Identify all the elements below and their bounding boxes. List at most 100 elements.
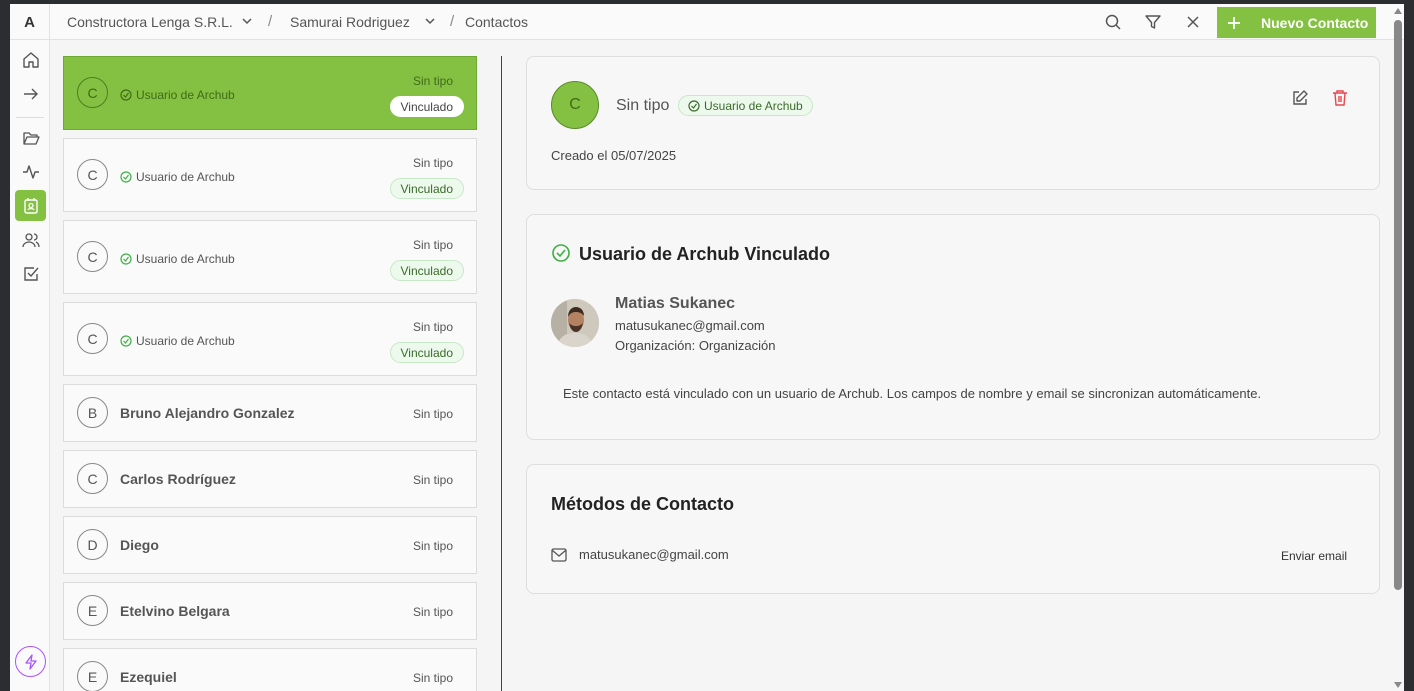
avatar: C <box>77 77 108 108</box>
sidebar-item-users[interactable] <box>15 224 46 255</box>
sidebar <box>10 40 50 691</box>
search-icon[interactable] <box>1104 13 1122 31</box>
check-circle-icon <box>120 335 132 347</box>
folder-open-icon <box>22 131 40 145</box>
check-circle-icon <box>120 171 132 183</box>
contact-type: Sin tipo <box>412 74 453 88</box>
home-icon <box>22 51 39 68</box>
contact-card[interactable]: E Ezequiel Sin tipo <box>63 648 477 691</box>
linked-user-text: Usuario de Archub <box>136 88 235 102</box>
mail-icon <box>551 548 567 562</box>
contact-card[interactable]: C Usuario de Archub Sin tipo Vinculado <box>63 138 477 212</box>
chevron-down-icon[interactable] <box>423 14 437 28</box>
contact-card[interactable]: E Etelvino Belgara Sin tipo <box>63 582 477 640</box>
contact-type: Sin tipo <box>412 407 453 421</box>
sidebar-item-quick[interactable] <box>15 646 46 677</box>
sidebar-item-activity[interactable] <box>15 156 46 187</box>
contact-methods-panel: Métodos de Contacto matusukanec@gmail.co… <box>526 464 1380 594</box>
user-avatar-icon <box>551 299 599 347</box>
avatar: B <box>77 397 108 428</box>
send-email-button[interactable]: Enviar email <box>1281 549 1347 563</box>
scroll-down-arrow[interactable] <box>1394 682 1402 688</box>
sidebar-item-home[interactable] <box>15 44 46 75</box>
contact-card[interactable]: B Bruno Alejandro Gonzalez Sin tipo <box>63 384 477 442</box>
status-badge: Vinculado <box>389 260 464 281</box>
breadcrumb-separator: / <box>450 13 455 30</box>
contact-type: Sin tipo <box>412 605 453 619</box>
chevron-down-icon[interactable] <box>240 14 254 28</box>
trash-icon[interactable] <box>1331 89 1349 107</box>
scrollbar-thumb[interactable] <box>1394 20 1402 590</box>
breadcrumb-page: Contactos <box>465 14 529 30</box>
contact-type: Sin tipo <box>616 97 670 114</box>
app-logo[interactable]: A <box>10 4 50 40</box>
avatar: C <box>77 159 108 190</box>
sidebar-item-contacts[interactable] <box>15 190 46 221</box>
linked-user-panel: Usuario de Archub Vinculado Matias Sukan… <box>526 214 1380 440</box>
status-badge: Vinculado <box>389 342 464 363</box>
scroll-up-arrow[interactable] <box>1394 8 1402 14</box>
contact-book-icon <box>23 197 38 214</box>
avatar: D <box>77 529 108 560</box>
breadcrumb-separator: / <box>268 13 273 30</box>
check-circle-icon <box>688 99 700 112</box>
contact-card[interactable]: D Diego Sin tipo <box>63 516 477 574</box>
created-date: Creado el 05/07/2025 <box>551 148 677 163</box>
avatar: E <box>77 661 108 691</box>
linked-user-label: Usuario de Archub <box>120 170 235 184</box>
user-email: matusukanec@gmail.com <box>615 318 765 333</box>
linked-user-label: Usuario de Archub <box>120 88 235 102</box>
breadcrumb-project[interactable]: Samurai Rodriguez <box>290 14 410 30</box>
contact-card[interactable]: C Usuario de Archub Sin tipo Vinculado <box>63 220 477 294</box>
user-name: Matias Sukanec <box>615 295 736 312</box>
edit-icon[interactable] <box>1291 89 1309 107</box>
user-photo <box>551 299 599 347</box>
avatar: C <box>77 463 108 494</box>
sidebar-item-go[interactable] <box>15 78 46 109</box>
status-badge: Vinculado <box>389 178 464 199</box>
sidebar-divider <box>16 117 44 118</box>
users-icon <box>21 232 40 247</box>
linked-user-label: Usuario de Archub <box>120 252 235 266</box>
check-circle-icon <box>120 89 132 101</box>
contact-name: Carlos Rodríguez <box>120 471 236 487</box>
top-bar: A Constructora Lenga S.R.L. / Samurai Ro… <box>10 4 1404 40</box>
contact-name: Etelvino Belgara <box>120 603 230 619</box>
contact-card[interactable]: C Carlos Rodríguez Sin tipo <box>63 450 477 508</box>
check-circle-icon <box>552 244 570 262</box>
linked-user-text: Usuario de Archub <box>136 170 235 184</box>
contact-email: matusukanec@gmail.com <box>579 547 729 562</box>
checkbox-icon <box>23 266 39 281</box>
contact-name: Bruno Alejandro Gonzalez <box>120 405 295 421</box>
linked-user-tag: Usuario de Archub <box>678 95 813 116</box>
sidebar-item-projects[interactable] <box>15 122 46 153</box>
arrow-right-icon <box>23 88 38 99</box>
plus-icon <box>1228 16 1240 29</box>
filter-icon[interactable] <box>1144 13 1162 31</box>
contact-methods-title: Métodos de Contacto <box>551 494 734 514</box>
contact-header-panel: C Sin tipo Usuario de Archub Creado el 0… <box>526 56 1380 190</box>
linked-user-title: Usuario de Archub Vinculado <box>579 244 831 264</box>
panel-divider <box>501 56 502 691</box>
app-window: A Constructora Lenga S.R.L. / Samurai Ro… <box>10 4 1404 691</box>
linked-user-label: Usuario de Archub <box>120 334 235 348</box>
check-circle-icon <box>120 253 132 265</box>
contact-type: Sin tipo <box>412 238 453 252</box>
linked-user-text: Usuario de Archub <box>136 252 235 266</box>
breadcrumb-org[interactable]: Constructora Lenga S.R.L. <box>67 14 233 30</box>
sidebar-item-tasks[interactable] <box>15 258 46 289</box>
contact-card-selected[interactable]: C Usuario de Archub Sin tipo Vinculado <box>63 56 477 130</box>
avatar: C <box>77 323 108 354</box>
lightning-icon <box>24 653 37 670</box>
activity-icon <box>22 164 39 179</box>
sync-note: Este contacto está vinculado con un usua… <box>563 386 1262 401</box>
contact-type: Sin tipo <box>412 671 453 685</box>
close-icon[interactable] <box>1184 13 1202 31</box>
contact-card[interactable]: C Usuario de Archub Sin tipo Vinculado <box>63 302 477 376</box>
avatar: C <box>77 241 108 272</box>
linked-user-tag-text: Usuario de Archub <box>704 98 803 113</box>
avatar: C <box>551 81 599 129</box>
new-contact-button[interactable]: Nuevo Contacto <box>1217 7 1376 38</box>
contact-type: Sin tipo <box>412 473 453 487</box>
status-badge: Vinculado <box>389 96 464 117</box>
